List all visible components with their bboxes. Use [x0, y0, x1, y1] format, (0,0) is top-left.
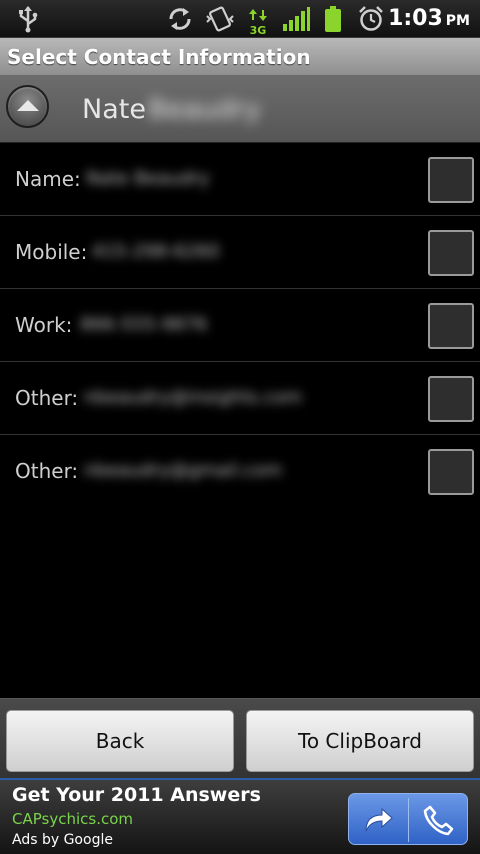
phone-icon[interactable]	[421, 803, 455, 837]
3g-icon: 3G	[248, 6, 268, 37]
ad-banner[interactable]: Get Your 2011 Answers CAPsychics.com Ads…	[0, 778, 480, 854]
field-checkbox[interactable]	[428, 449, 474, 495]
contact-header: Nate Beaudry	[0, 76, 480, 143]
ad-action-buttons	[348, 793, 468, 845]
field-value: 415-298-6260	[92, 241, 220, 262]
signal-icon	[283, 7, 310, 31]
share-arrow-icon[interactable]	[361, 803, 395, 837]
field-row-name[interactable]: Name: Nate Beaudry	[0, 143, 480, 216]
field-checkbox[interactable]	[428, 230, 474, 276]
contact-field-list: Name: Nate Beaudry Mobile: 415-298-6260 …	[0, 143, 480, 508]
ad-url[interactable]: CAPsychics.com	[12, 810, 133, 828]
usb-icon	[19, 6, 38, 33]
page-title: Select Contact Information	[7, 45, 311, 69]
ad-headline[interactable]: Get Your 2011 Answers	[12, 784, 261, 806]
contact-first-name: Nate	[82, 94, 146, 125]
field-label: Mobile:	[15, 240, 88, 264]
field-value: nbeaudry@insights.com	[84, 387, 303, 408]
field-checkbox[interactable]	[428, 376, 474, 422]
field-row-mobile[interactable]: Mobile: 415-298-6260	[0, 216, 480, 289]
field-label: Other:	[15, 386, 79, 410]
collapse-button[interactable]	[6, 85, 49, 128]
status-bar: 3G 1:03 PM	[0, 0, 480, 38]
field-label: Other:	[15, 459, 79, 483]
field-value: 866-555-9876	[80, 314, 208, 335]
to-clipboard-button[interactable]: To ClipBoard	[246, 710, 474, 772]
field-value: Nate Beaudry	[86, 168, 210, 189]
network-type-label: 3G	[249, 24, 267, 37]
data-arrows-icon	[249, 9, 267, 21]
ad-action-divider	[408, 798, 409, 842]
field-label: Work:	[15, 313, 73, 337]
field-row-other-1[interactable]: Other: nbeaudry@insights.com	[0, 362, 480, 435]
field-checkbox[interactable]	[428, 157, 474, 203]
clock-ampm: PM	[445, 13, 470, 29]
contact-last-name: Beaudry	[148, 94, 262, 125]
alarm-icon	[359, 6, 383, 31]
field-checkbox[interactable]	[428, 303, 474, 349]
field-label: Name:	[15, 167, 81, 191]
clock: 1:03 PM	[388, 4, 470, 34]
field-row-other-2[interactable]: Other: nbeaudry@gmail.com	[0, 435, 480, 508]
vibrate-icon	[206, 6, 234, 32]
title-bar: Select Contact Information	[0, 38, 480, 76]
field-row-work[interactable]: Work: 866-555-9876	[0, 289, 480, 362]
action-bar: Back To ClipBoard	[0, 698, 480, 778]
back-button[interactable]: Back	[6, 710, 234, 772]
ad-attribution: Ads by Google	[12, 832, 113, 848]
sync-icon	[169, 8, 191, 30]
chevron-up-icon	[17, 100, 39, 111]
field-value: nbeaudry@gmail.com	[84, 460, 282, 481]
clock-time: 1:03	[388, 6, 443, 31]
battery-icon	[325, 6, 341, 32]
